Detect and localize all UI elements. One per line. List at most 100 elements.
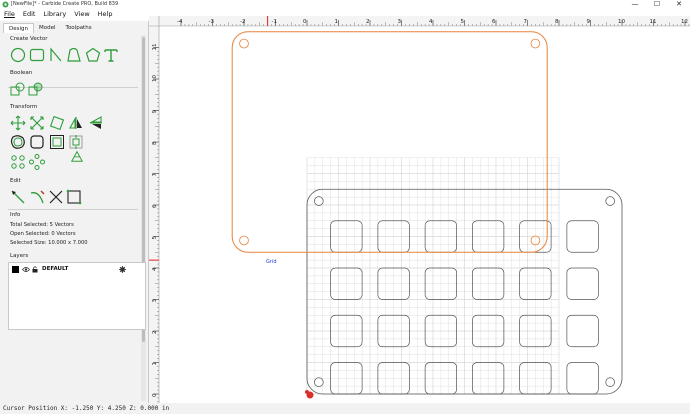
union-icon[interactable] bbox=[10, 81, 26, 97]
ruler-y-label: 11 bbox=[152, 44, 158, 51]
info-open-selected: Open Selected: 0 Vectors bbox=[10, 231, 76, 237]
ruler-x-label: 9 bbox=[587, 19, 591, 25]
ruler-x-label: 8 bbox=[555, 19, 559, 25]
ruler-y-label: 9 bbox=[152, 110, 158, 114]
ruler-y-label: 4 bbox=[152, 267, 158, 271]
layer-color-swatch[interactable] bbox=[12, 266, 19, 273]
ruler-x-label: 4 bbox=[429, 19, 433, 25]
ruler-y-label: 2 bbox=[152, 331, 158, 335]
design-panel: Design Model Toolpaths Create Vector Boo… bbox=[0, 21, 149, 403]
ruler-x-label: -2 bbox=[240, 19, 245, 25]
info-total-selected: Total Selected: 5 Vectors bbox=[10, 222, 74, 228]
mirror-horizontal-icon[interactable] bbox=[68, 115, 84, 131]
ruler-y-label: 5 bbox=[152, 236, 158, 240]
menu-library[interactable]: Library bbox=[39, 9, 70, 19]
layers-list: DEFAULT bbox=[8, 262, 146, 330]
info-selected-size: Selected Size: 10.000 x 7.000 bbox=[10, 240, 88, 246]
mount-hole[interactable] bbox=[605, 377, 615, 387]
ruler-x-label: 10 bbox=[618, 19, 625, 25]
selected-mount-hole[interactable] bbox=[239, 38, 249, 49]
tab-design[interactable]: Design bbox=[3, 23, 34, 33]
ruler-x-label: 11 bbox=[650, 19, 657, 25]
maximize-button[interactable]: ☐ bbox=[646, 0, 668, 9]
menu-help[interactable]: Help bbox=[94, 9, 117, 19]
gear-icon[interactable] bbox=[119, 266, 126, 273]
mirror-vertical-icon[interactable] bbox=[88, 115, 104, 131]
left-ruler bbox=[149, 16, 159, 403]
polygon-icon[interactable] bbox=[85, 47, 101, 63]
key-cutout[interactable] bbox=[566, 362, 599, 395]
rectangle-icon[interactable] bbox=[29, 47, 45, 63]
ruler-x-label: 1 bbox=[335, 19, 339, 25]
section-edit: Edit bbox=[10, 178, 21, 184]
array-icon[interactable] bbox=[10, 154, 26, 170]
ruler-x-label: 3 bbox=[398, 19, 402, 25]
lock-icon[interactable] bbox=[32, 266, 38, 273]
key-cutout[interactable] bbox=[566, 267, 599, 300]
node-edit-icon[interactable] bbox=[10, 189, 26, 205]
subtract-icon[interactable] bbox=[28, 81, 44, 97]
cursor-position: Cursor Position X: -1.250 Y: 4.250 Z: 0.… bbox=[3, 405, 170, 412]
ruler-y-label: 3 bbox=[152, 299, 158, 303]
circular-array-icon[interactable] bbox=[29, 154, 45, 170]
design-canvas[interactable]: -4 -3 -2 -1 0 1 2 3 4 5 6 7 8 9 10 11 1211109876543210 G… bbox=[149, 16, 690, 403]
eye-icon[interactable] bbox=[22, 266, 30, 273]
title-bar: [NewFile]* - Carbide Create PRO, Build 8… bbox=[0, 0, 690, 9]
move-icon[interactable] bbox=[10, 115, 26, 131]
panel-tabs: Design Model Toolpaths bbox=[3, 23, 97, 33]
ruler-x-label: 2 bbox=[366, 19, 370, 25]
layer-row[interactable]: DEFAULT bbox=[9, 264, 145, 274]
minimize-button[interactable]: — bbox=[624, 0, 646, 9]
menu-file[interactable]: File bbox=[0, 9, 19, 19]
scale-icon[interactable] bbox=[29, 115, 45, 131]
rotate-icon[interactable] bbox=[49, 115, 65, 131]
key-cutout[interactable] bbox=[566, 220, 599, 253]
curve-edit-icon[interactable] bbox=[29, 189, 45, 205]
tab-model[interactable]: Model bbox=[34, 23, 61, 33]
ruler-y-label: 7 bbox=[152, 173, 158, 177]
mount-hole[interactable] bbox=[605, 196, 615, 206]
triangle-icon[interactable] bbox=[70, 149, 84, 163]
ruler-x-label: -3 bbox=[209, 19, 215, 25]
ruler-x-label: 12 bbox=[681, 19, 688, 25]
app-logo-icon bbox=[2, 1, 9, 8]
ruler-x-label: 6 bbox=[492, 19, 496, 25]
window-title: [NewFile]* - Carbide Create PRO, Build 8… bbox=[11, 1, 119, 7]
ruler-x-label: -4 bbox=[177, 19, 183, 25]
ruler-x-label: 0 bbox=[303, 19, 307, 25]
polyline-icon[interactable] bbox=[48, 47, 64, 63]
join-icon[interactable] bbox=[66, 189, 82, 205]
ruler-y-label: 10 bbox=[152, 75, 158, 82]
grid-label: Grid bbox=[266, 259, 277, 265]
ruler-x-label: 5 bbox=[461, 19, 465, 25]
key-cutout[interactable] bbox=[566, 314, 599, 348]
selected-mount-hole[interactable] bbox=[239, 235, 249, 246]
panel-scrollbar[interactable] bbox=[141, 35, 146, 401]
top-ruler bbox=[149, 16, 690, 26]
selected-mount-hole[interactable] bbox=[530, 38, 541, 49]
layer-name: DEFAULT bbox=[42, 266, 69, 272]
section-transform: Transform bbox=[10, 104, 38, 110]
tab-toolpaths[interactable]: Toolpaths bbox=[61, 23, 97, 33]
status-bar: Cursor Position X: -1.250 Y: 4.250 Z: 0.… bbox=[0, 403, 690, 414]
circle-icon[interactable] bbox=[10, 47, 26, 63]
trim-icon[interactable] bbox=[48, 189, 64, 205]
divider bbox=[8, 209, 138, 210]
section-create-vector: Create Vector bbox=[10, 36, 48, 42]
ruler-y-label: 0 bbox=[152, 393, 158, 397]
menu-view[interactable]: View bbox=[70, 9, 93, 19]
section-boolean: Boolean bbox=[10, 70, 33, 76]
text-icon[interactable] bbox=[103, 47, 119, 63]
align-icon[interactable] bbox=[68, 134, 84, 150]
ruler-y-label: 1 bbox=[152, 362, 158, 366]
menu-edit[interactable]: Edit bbox=[19, 9, 40, 19]
material-grid bbox=[306, 157, 560, 395]
ruler-y-label: 8 bbox=[152, 141, 158, 145]
ruler-x-label: -1 bbox=[272, 19, 277, 25]
ruler-x-label: 7 bbox=[524, 19, 528, 25]
offset-icon[interactable] bbox=[10, 134, 26, 150]
curve-icon[interactable] bbox=[66, 47, 82, 63]
close-button[interactable]: ✕ bbox=[668, 0, 690, 9]
inset-icon[interactable] bbox=[49, 134, 65, 150]
fillet-icon[interactable] bbox=[29, 134, 45, 150]
